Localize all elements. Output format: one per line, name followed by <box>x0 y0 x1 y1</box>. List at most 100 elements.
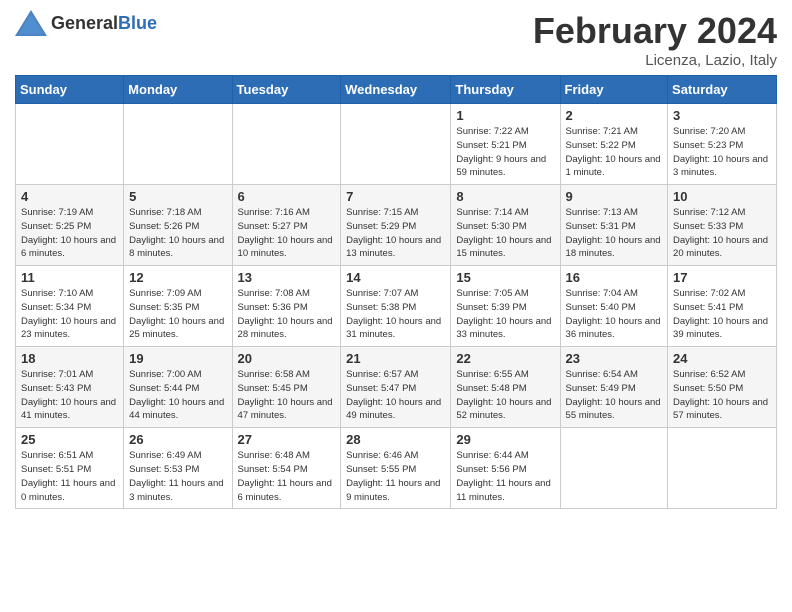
day-number: 11 <box>21 270 118 285</box>
day-number: 7 <box>346 189 445 204</box>
calendar-cell: 14Sunrise: 7:07 AM Sunset: 5:38 PM Dayli… <box>341 266 451 347</box>
calendar-cell: 20Sunrise: 6:58 AM Sunset: 5:45 PM Dayli… <box>232 347 341 428</box>
day-info: Sunrise: 7:19 AM Sunset: 5:25 PM Dayligh… <box>21 206 118 261</box>
day-header-monday: Monday <box>124 76 232 104</box>
calendar-cell: 18 Sunrise: 7:01 AM Sunset: 5:43 PM Dayli… <box>16 347 124 428</box>
day-info: Sunrise: 7:13 AM Sunset: 5:31 PM Dayligh… <box>566 206 663 261</box>
day-info: Sunrise: 7:22 AM Sunset: 5:21 PM Dayligh… <box>456 125 554 180</box>
calendar-cell: 17 Sunrise: 7:02 AM Sunset: 5:41 PM Dayli… <box>668 266 777 347</box>
day-number: 8 <box>456 189 554 204</box>
calendar-cell: 1 Sunrise: 7:22 AM Sunset: 5:21 PM Daylig… <box>451 104 560 185</box>
day-header-thursday: Thursday <box>451 76 560 104</box>
calendar-cell: 29 Sunrise: 6:44 AM Sunset: 5:56 PM Dayli… <box>451 428 560 509</box>
day-info: Sunrise: 7:01 AM Sunset: 5:43 PM Dayligh… <box>21 368 118 423</box>
logo-icon <box>15 10 47 36</box>
calendar-cell: 4 Sunrise: 7:19 AM Sunset: 5:25 PM Daylig… <box>16 185 124 266</box>
calendar-cell: 27 Sunrise: 6:48 AM Sunset: 5:54 PM Dayli… <box>232 428 341 509</box>
day-info: Sunrise: 7:09 AM Sunset: 5:35 PM Dayligh… <box>129 287 226 342</box>
day-number: 5 <box>129 189 226 204</box>
day-info: Sunrise: 6:52 AM Sunset: 5:50 PM Dayligh… <box>673 368 771 423</box>
calendar-cell: 24 Sunrise: 6:52 AM Sunset: 5:50 PM Dayli… <box>668 347 777 428</box>
calendar-cell: 22 Sunrise: 6:55 AM Sunset: 5:48 PM Dayli… <box>451 347 560 428</box>
calendar-week-row: 11Sunrise: 7:10 AM Sunset: 5:34 PM Dayli… <box>16 266 777 347</box>
title-area: February 2024 Licenza, Lazio, Italy <box>533 10 777 69</box>
day-number: 16 <box>566 270 663 285</box>
day-header-tuesday: Tuesday <box>232 76 341 104</box>
calendar-cell: 28 Sunrise: 6:46 AM Sunset: 5:55 PM Dayli… <box>341 428 451 509</box>
day-header-friday: Friday <box>560 76 668 104</box>
calendar-cell: 11Sunrise: 7:10 AM Sunset: 5:34 PM Dayli… <box>16 266 124 347</box>
day-number: 2 <box>566 108 663 123</box>
day-number: 15 <box>456 270 554 285</box>
day-info: Sunrise: 7:00 AM Sunset: 5:44 PM Dayligh… <box>129 368 226 423</box>
calendar-header-row: SundayMondayTuesdayWednesdayThursdayFrid… <box>16 76 777 104</box>
day-number: 19 <box>129 351 226 366</box>
page-header: GeneralBlue February 2024 Licenza, Lazio… <box>15 10 777 69</box>
calendar-cell <box>560 428 668 509</box>
calendar-week-row: 1 Sunrise: 7:22 AM Sunset: 5:21 PM Daylig… <box>16 104 777 185</box>
calendar-cell <box>668 428 777 509</box>
calendar-cell <box>341 104 451 185</box>
logo-text-general: General <box>51 13 118 33</box>
calendar-cell: 7 Sunrise: 7:15 AM Sunset: 5:29 PM Daylig… <box>341 185 451 266</box>
day-number: 12 <box>129 270 226 285</box>
calendar-cell: 21Sunrise: 6:57 AM Sunset: 5:47 PM Dayli… <box>341 347 451 428</box>
day-info: Sunrise: 6:51 AM Sunset: 5:51 PM Dayligh… <box>21 449 118 504</box>
calendar-cell: 10 Sunrise: 7:12 AM Sunset: 5:33 PM Dayli… <box>668 185 777 266</box>
day-number: 1 <box>456 108 554 123</box>
day-info: Sunrise: 7:20 AM Sunset: 5:23 PM Dayligh… <box>673 125 771 180</box>
day-header-saturday: Saturday <box>668 76 777 104</box>
day-info: Sunrise: 6:48 AM Sunset: 5:54 PM Dayligh… <box>238 449 336 504</box>
calendar-week-row: 4 Sunrise: 7:19 AM Sunset: 5:25 PM Daylig… <box>16 185 777 266</box>
day-info: Sunrise: 6:57 AM Sunset: 5:47 PM Dayligh… <box>346 368 445 423</box>
day-number: 10 <box>673 189 771 204</box>
logo: GeneralBlue <box>15 10 157 36</box>
calendar-cell <box>232 104 341 185</box>
calendar-week-row: 25 Sunrise: 6:51 AM Sunset: 5:51 PM Dayli… <box>16 428 777 509</box>
calendar-cell: 25 Sunrise: 6:51 AM Sunset: 5:51 PM Dayli… <box>16 428 124 509</box>
logo-text-blue: Blue <box>118 13 157 33</box>
day-info: Sunrise: 7:08 AM Sunset: 5:36 PM Dayligh… <box>238 287 336 342</box>
day-info: Sunrise: 7:12 AM Sunset: 5:33 PM Dayligh… <box>673 206 771 261</box>
day-info: Sunrise: 7:05 AM Sunset: 5:39 PM Dayligh… <box>456 287 554 342</box>
day-number: 25 <box>21 432 118 447</box>
day-info: Sunrise: 6:46 AM Sunset: 5:55 PM Dayligh… <box>346 449 445 504</box>
day-number: 6 <box>238 189 336 204</box>
calendar-cell: 13 Sunrise: 7:08 AM Sunset: 5:36 PM Dayli… <box>232 266 341 347</box>
day-number: 9 <box>566 189 663 204</box>
calendar-cell: 12 Sunrise: 7:09 AM Sunset: 5:35 PM Dayli… <box>124 266 232 347</box>
day-info: Sunrise: 7:15 AM Sunset: 5:29 PM Dayligh… <box>346 206 445 261</box>
day-number: 29 <box>456 432 554 447</box>
day-number: 24 <box>673 351 771 366</box>
day-info: Sunrise: 7:02 AM Sunset: 5:41 PM Dayligh… <box>673 287 771 342</box>
calendar-cell <box>16 104 124 185</box>
day-number: 4 <box>21 189 118 204</box>
day-number: 22 <box>456 351 554 366</box>
day-number: 23 <box>566 351 663 366</box>
day-number: 28 <box>346 432 445 447</box>
day-info: Sunrise: 6:55 AM Sunset: 5:48 PM Dayligh… <box>456 368 554 423</box>
day-info: Sunrise: 7:14 AM Sunset: 5:30 PM Dayligh… <box>456 206 554 261</box>
calendar-cell: 5 Sunrise: 7:18 AM Sunset: 5:26 PM Daylig… <box>124 185 232 266</box>
day-info: Sunrise: 7:16 AM Sunset: 5:27 PM Dayligh… <box>238 206 336 261</box>
calendar-cell: 26Sunrise: 6:49 AM Sunset: 5:53 PM Dayli… <box>124 428 232 509</box>
calendar-cell: 19 Sunrise: 7:00 AM Sunset: 5:44 PM Dayli… <box>124 347 232 428</box>
calendar-week-row: 18 Sunrise: 7:01 AM Sunset: 5:43 PM Dayli… <box>16 347 777 428</box>
subtitle: Licenza, Lazio, Italy <box>533 52 777 69</box>
calendar-cell: 6 Sunrise: 7:16 AM Sunset: 5:27 PM Daylig… <box>232 185 341 266</box>
day-info: Sunrise: 6:44 AM Sunset: 5:56 PM Dayligh… <box>456 449 554 504</box>
calendar-cell: 8 Sunrise: 7:14 AM Sunset: 5:30 PM Daylig… <box>451 185 560 266</box>
day-number: 17 <box>673 270 771 285</box>
day-info: Sunrise: 7:18 AM Sunset: 5:26 PM Dayligh… <box>129 206 226 261</box>
day-info: Sunrise: 6:49 AM Sunset: 5:53 PM Dayligh… <box>129 449 226 504</box>
day-info: Sunrise: 6:54 AM Sunset: 5:49 PM Dayligh… <box>566 368 663 423</box>
day-info: Sunrise: 6:58 AM Sunset: 5:45 PM Dayligh… <box>238 368 336 423</box>
day-number: 27 <box>238 432 336 447</box>
calendar-cell: 2Sunrise: 7:21 AM Sunset: 5:22 PM Daylig… <box>560 104 668 185</box>
day-info: Sunrise: 7:04 AM Sunset: 5:40 PM Dayligh… <box>566 287 663 342</box>
day-number: 18 <box>21 351 118 366</box>
day-number: 13 <box>238 270 336 285</box>
calendar-cell: 15 Sunrise: 7:05 AM Sunset: 5:39 PM Dayli… <box>451 266 560 347</box>
calendar-cell: 9 Sunrise: 7:13 AM Sunset: 5:31 PM Daylig… <box>560 185 668 266</box>
calendar-cell <box>124 104 232 185</box>
